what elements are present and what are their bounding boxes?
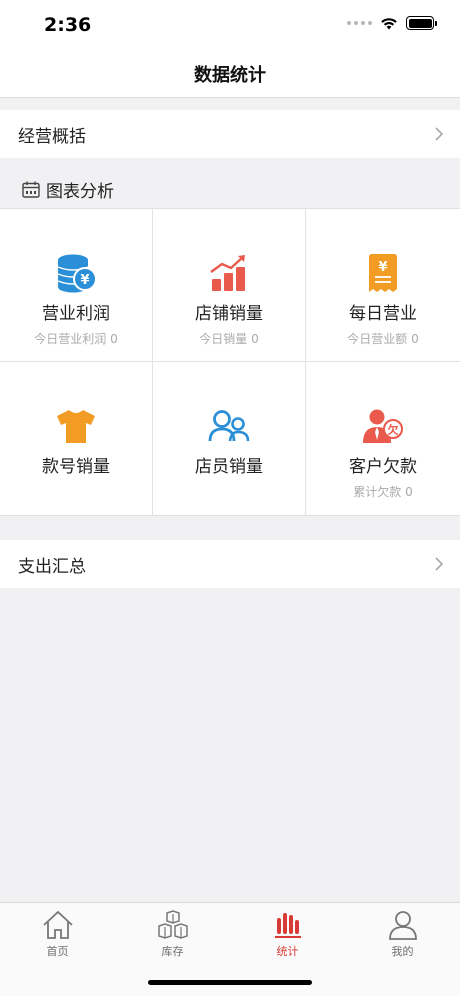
customer-debt-title: 客户欠款 — [349, 457, 417, 477]
bar-chart-trend-icon — [210, 255, 245, 291]
battery-icon — [406, 16, 437, 30]
tab-home[interactable]: 首页 — [0, 903, 115, 996]
chart-analysis-grid: ¥ 营业利润 今日营业利润 0 店铺销量 今日销量 0 ¥ 每日营业 今日营业额… — [0, 208, 460, 516]
chevron-right-icon — [435, 557, 444, 571]
svg-text:欠: 欠 — [388, 423, 400, 437]
business-overview-row[interactable]: 经营概括 — [0, 110, 460, 158]
operating-profit-tile[interactable]: ¥ 营业利润 今日营业利润 0 — [0, 209, 153, 362]
store-sales-title: 店铺销量 — [195, 304, 263, 324]
clerk-sales-title: 店员销量 — [195, 457, 263, 477]
store-sales-subtitle: 今日销量 0 — [199, 332, 259, 346]
stats-bars-icon — [274, 913, 301, 938]
wifi-icon — [381, 18, 397, 30]
navigation-bar: 数据统计 — [0, 50, 460, 98]
customer-debt-icon: 欠 — [363, 409, 403, 443]
svg-text:¥: ¥ — [80, 273, 89, 288]
svg-text:¥: ¥ — [378, 260, 387, 275]
status-time: 2:36 — [44, 14, 92, 36]
store-sales-tile[interactable]: 店铺销量 今日销量 0 — [153, 209, 306, 362]
tab-profile-label: 我的 — [391, 945, 414, 958]
home-indicator[interactable] — [148, 980, 312, 985]
clerk-sales-tile[interactable]: 店员销量 — [153, 362, 306, 515]
receipt-yen-icon: ¥ — [369, 254, 397, 292]
style-sales-tile[interactable]: 款号销量 — [0, 362, 153, 515]
page-title: 数据统计 — [194, 64, 266, 86]
tshirt-icon — [57, 410, 95, 443]
boxes-icon — [157, 910, 188, 939]
operating-profit-title: 营业利润 — [42, 304, 110, 324]
status-indicators — [347, 16, 437, 30]
tab-profile[interactable]: 我的 — [345, 903, 460, 996]
coins-yen-icon: ¥ — [57, 254, 97, 293]
daily-business-tile[interactable]: ¥ 每日营业 今日营业额 0 — [306, 209, 460, 362]
user-icon — [388, 911, 417, 940]
cellular-signal-icon — [347, 21, 372, 25]
operating-profit-subtitle: 今日营业利润 0 — [34, 332, 118, 346]
tab-statistics-label: 统计 — [276, 945, 299, 958]
home-icon — [42, 910, 73, 939]
tab-home-label: 首页 — [46, 945, 69, 958]
style-sales-title: 款号销量 — [42, 457, 110, 477]
chart-analysis-header: 图表分析 — [0, 170, 460, 208]
business-overview-label: 经营概括 — [18, 126, 86, 147]
daily-business-subtitle: 今日营业额 0 — [347, 332, 419, 346]
chevron-right-icon — [435, 127, 444, 141]
users-icon — [208, 410, 250, 442]
customer-debt-tile[interactable]: 欠 客户欠款 累计欠款 0 — [306, 362, 460, 515]
expense-summary-row[interactable]: 支出汇总 — [0, 540, 460, 588]
tab-inventory-label: 库存 — [161, 945, 184, 958]
calendar-icon — [22, 181, 40, 198]
customer-debt-subtitle: 累计欠款 0 — [353, 485, 413, 499]
expense-summary-label: 支出汇总 — [18, 556, 86, 577]
daily-business-title: 每日营业 — [349, 304, 417, 324]
chart-analysis-title: 图表分析 — [46, 181, 114, 202]
status-bar: 2:36 — [0, 0, 460, 50]
